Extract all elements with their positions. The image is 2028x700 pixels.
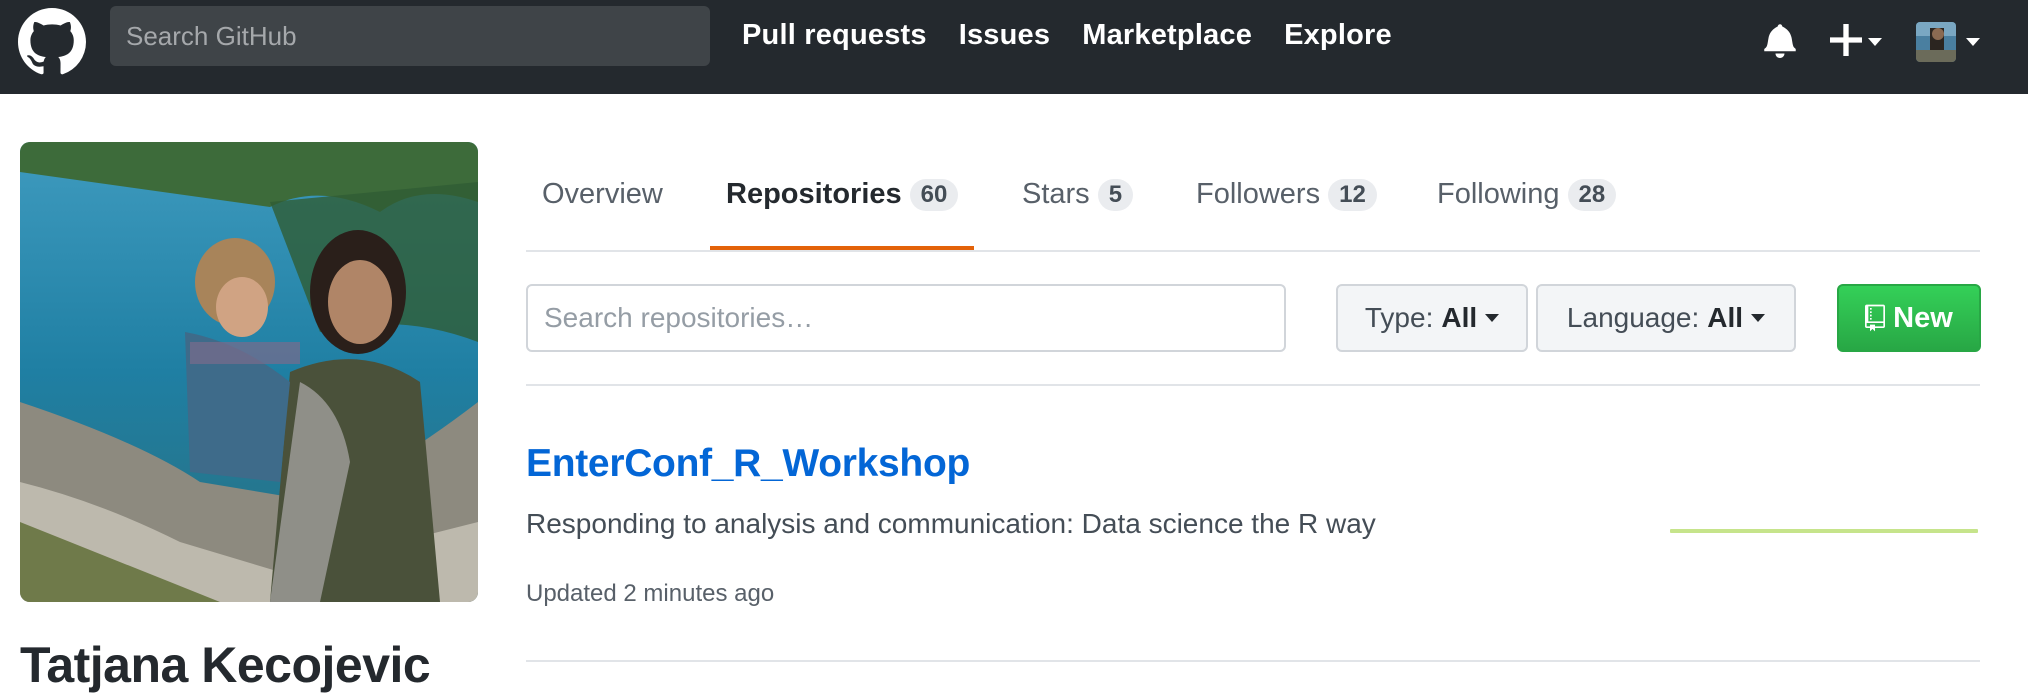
repo-name-link[interactable]: EnterConf_R_Workshop (526, 442, 970, 486)
tab-label: Stars (1022, 178, 1090, 210)
global-search[interactable] (110, 6, 710, 66)
repo-activity-sparkline (1670, 529, 1978, 533)
type-filter-button[interactable]: Type: All (1336, 284, 1528, 352)
tab-overview[interactable]: Overview (542, 178, 663, 211)
language-filter-label: Language: (1566, 302, 1700, 333)
nav-issues[interactable]: Issues (959, 19, 1051, 52)
global-search-input[interactable] (110, 6, 710, 66)
bell-icon[interactable] (1764, 22, 1796, 58)
tab-followers[interactable]: Followers 12 (1196, 178, 1377, 211)
repo-updated-time: Updated 2 minutes ago (526, 580, 775, 607)
language-filter-button[interactable]: Language: All (1536, 284, 1796, 352)
language-filter-value: All (1707, 302, 1744, 333)
nav-pull-requests[interactable]: Pull requests (742, 19, 927, 52)
tab-label: Followers (1196, 178, 1321, 210)
tab-stars[interactable]: Stars 5 (1022, 178, 1134, 211)
repo-icon (1865, 304, 1886, 332)
top-header: Pull requests Issues Marketplace Explore (0, 0, 2028, 94)
tab-repositories[interactable]: Repositories 60 (726, 178, 959, 211)
plus-dropdown-caret-icon[interactable] (1868, 38, 1882, 46)
profile-name: Tatjana Kecojevic (20, 637, 431, 693)
tab-label: Overview (542, 178, 663, 210)
chevron-down-icon (1751, 314, 1766, 322)
user-avatar-small[interactable] (1916, 22, 1956, 62)
repo-description: Responding to analysis and communication… (526, 508, 1376, 539)
profile-tabs: Overview Repositories 60 Stars 5 Followe… (526, 142, 1980, 252)
tab-counter: 12 (1328, 178, 1377, 211)
profile-avatar (20, 142, 478, 602)
tab-counter: 28 (1567, 178, 1617, 211)
repo-search-input[interactable] (528, 286, 1284, 350)
main-nav: Pull requests Issues Marketplace Explore (742, 19, 1392, 52)
tab-following[interactable]: Following 28 (1437, 178, 1617, 211)
new-repo-button[interactable]: New (1837, 284, 1981, 352)
divider (526, 384, 1980, 386)
tab-counter: 60 (909, 178, 959, 211)
repo-search[interactable] (526, 284, 1286, 352)
chevron-down-icon (1485, 314, 1500, 322)
nav-explore[interactable]: Explore (1284, 19, 1392, 52)
type-filter-value: All (1441, 302, 1478, 333)
github-logo-icon[interactable] (18, 8, 86, 76)
divider (526, 660, 1980, 662)
type-filter-label: Type: (1364, 302, 1434, 333)
tab-counter: 5 (1097, 178, 1134, 211)
avatar-dropdown-caret-icon[interactable] (1966, 38, 1980, 46)
active-tab-underline (710, 246, 974, 250)
tab-label: Following (1437, 178, 1560, 210)
new-button-label: New (1893, 301, 1953, 334)
nav-marketplace[interactable]: Marketplace (1082, 19, 1252, 52)
plus-icon[interactable] (1830, 24, 1862, 56)
tab-label: Repositories (726, 178, 902, 210)
